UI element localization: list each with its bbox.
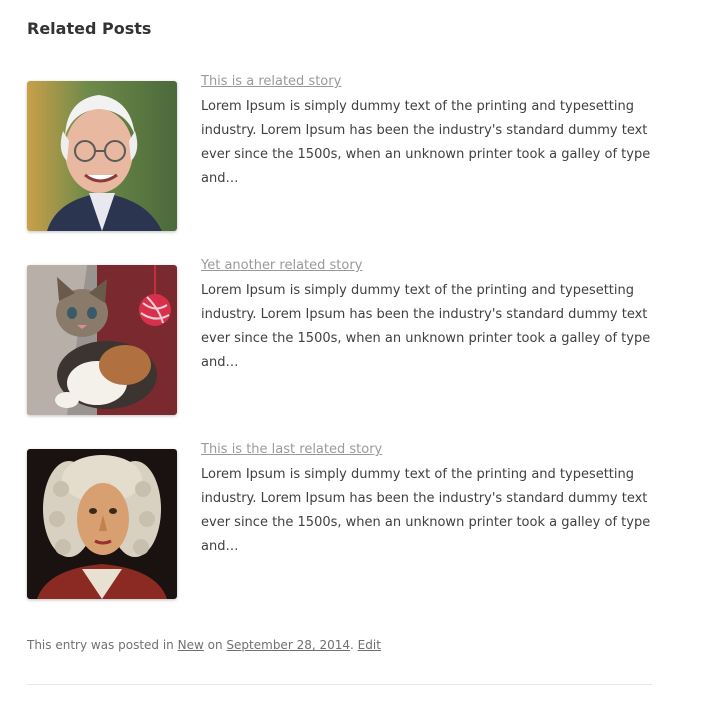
post-date-link[interactable]: September 28, 2014 [226,638,350,652]
entry-meta-on: on [207,638,223,652]
related-post: This is a related story Lorem Ipsum is s… [27,74,657,231]
post-excerpt: Lorem Ipsum is simply dummy text of the … [201,283,651,370]
post-thumbnail-portrait[interactable] [27,449,177,599]
post-excerpt: Lorem Ipsum is simply dummy text of the … [201,99,651,186]
post-title-link[interactable]: This is a related story [201,73,341,91]
entry-meta: This entry was posted in New on Septembe… [27,638,381,652]
edit-link[interactable]: Edit [358,638,381,652]
kitten-image [27,265,177,415]
post-title-link[interactable]: Yet another related story [201,257,362,275]
related-post: Yet another related story Lorem Ipsum is… [27,258,657,415]
category-link[interactable]: New [178,638,204,652]
elderly-man-image [27,81,177,231]
post-excerpt: Lorem Ipsum is simply dummy text of the … [201,467,651,554]
post-title-link[interactable]: This is the last related story [201,441,382,459]
classical-portrait-image [27,449,177,599]
related-post: This is the last related story Lorem Ips… [27,442,657,599]
entry-meta-prefix: This entry was posted in [27,638,174,652]
post-thumbnail-elderly-man[interactable] [27,81,177,231]
post-thumbnail-kitten[interactable] [27,265,177,415]
related-posts-heading: Related Posts [27,19,152,38]
entry-meta-separator: . [350,638,354,652]
divider [27,684,652,685]
